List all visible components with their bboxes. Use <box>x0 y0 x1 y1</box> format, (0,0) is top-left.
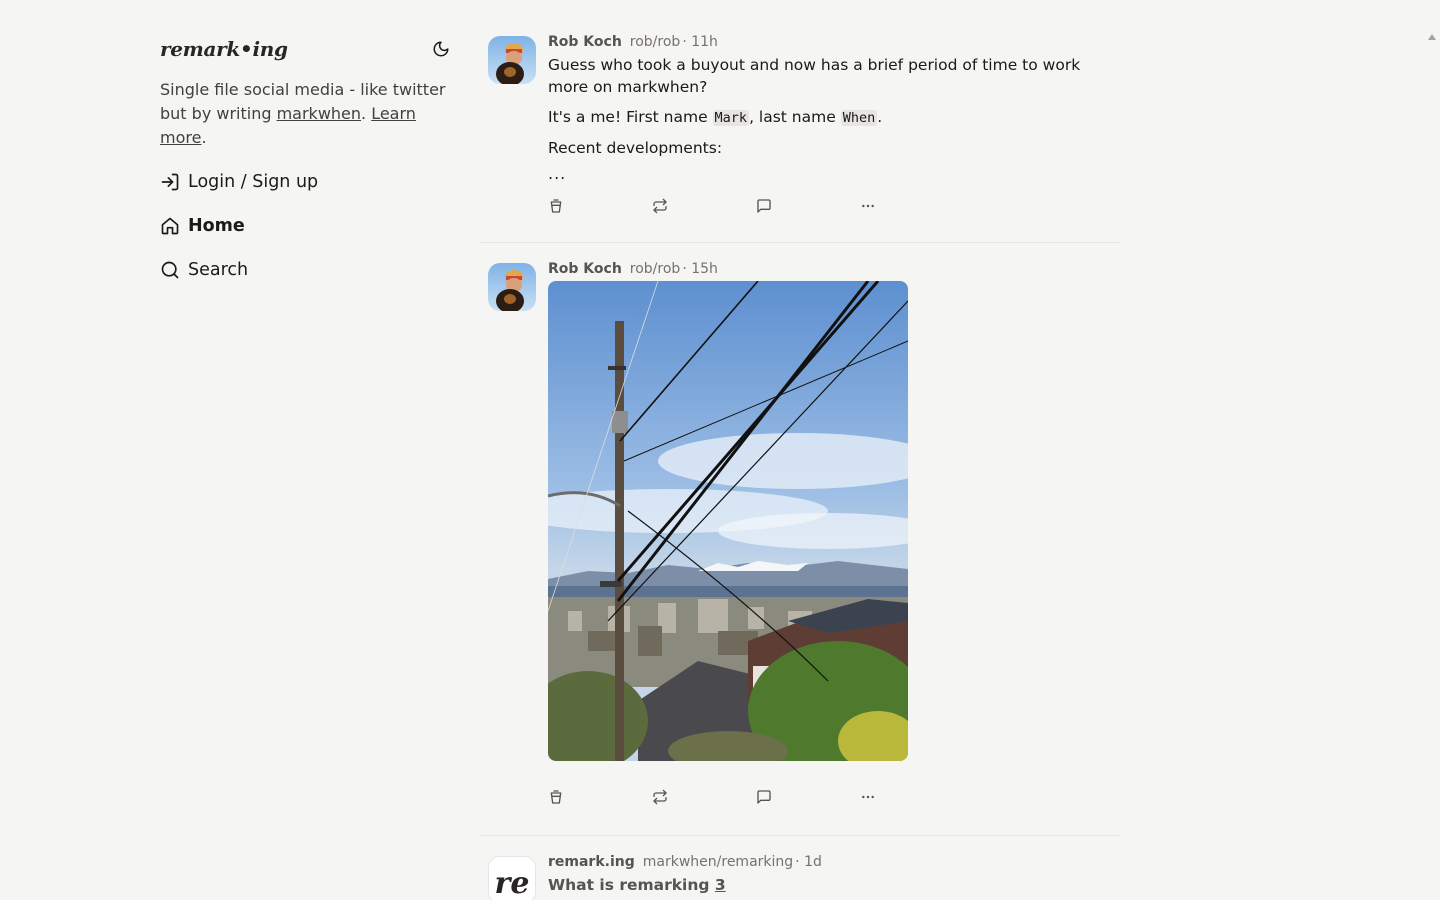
nav-home-label: Home <box>188 216 245 236</box>
more-icon <box>862 204 874 208</box>
home-icon <box>161 217 179 235</box>
read-more[interactable]: ... <box>548 166 1124 182</box>
post-text: Recent developments: <box>548 139 723 157</box>
repost-button[interactable] <box>652 789 756 805</box>
repost-button[interactable] <box>652 198 756 214</box>
post-text-fragment: . <box>877 108 883 126</box>
post-meta: Rob Koch rob/rob · 11h <box>548 34 1120 54</box>
nav-search-label: Search <box>188 260 249 280</box>
author-name[interactable]: Rob Koch <box>548 261 622 277</box>
post-title-text: What is remarking <box>548 876 715 894</box>
tagline: Single file social media - like twitter … <box>160 78 452 150</box>
nav-home[interactable]: Home <box>160 214 452 238</box>
post-time: · 11h <box>682 34 718 50</box>
post-image[interactable] <box>548 281 908 761</box>
avatar-image <box>488 263 536 311</box>
nav-login-label: Login / Sign up <box>188 172 319 192</box>
author-name[interactable]: Rob Koch <box>548 34 622 50</box>
tagline-period: . <box>201 128 207 147</box>
comment-icon <box>757 790 771 804</box>
comment-icon <box>757 199 771 213</box>
scrollbar-up-arrow[interactable] <box>1428 34 1436 40</box>
more-icon <box>862 795 874 799</box>
cup-icon <box>550 790 562 804</box>
nav-search[interactable]: Search <box>160 258 452 282</box>
feed: Rob Koch rob/rob · 11h Guess who took a … <box>480 0 1120 900</box>
brand-logo[interactable]: remark•ing <box>160 37 288 61</box>
main-nav: Login / Sign up Home Search <box>160 170 452 282</box>
reply-button[interactable] <box>756 198 860 214</box>
post-meta: Rob Koch rob/rob · 15h <box>548 261 1120 281</box>
reply-button[interactable] <box>756 789 860 805</box>
avatar-text: re <box>494 865 530 900</box>
author-handle[interactable]: rob/rob <box>630 34 681 50</box>
post-time: · 15h <box>682 261 718 277</box>
brand-row: remark•ing <box>160 36 452 62</box>
repost-icon <box>653 789 667 805</box>
cup-icon <box>550 199 562 213</box>
like-button[interactable] <box>548 198 652 214</box>
author-handle[interactable]: rob/rob <box>630 261 681 277</box>
like-button[interactable] <box>548 789 652 805</box>
sidebar: remark•ing Single file social media - li… <box>160 36 452 302</box>
theme-toggle-button[interactable] <box>430 38 452 60</box>
nav-login[interactable]: Login / Sign up <box>160 170 452 194</box>
post-text: It's a me! First name Mark, last name Wh… <box>548 106 1124 129</box>
post-title-link[interactable]: 3 <box>715 876 726 894</box>
tagline-separator: . <box>361 104 372 123</box>
avatar-image <box>488 36 536 84</box>
post-time: · 1d <box>795 854 822 870</box>
page: remark•ing Single file social media - li… <box>0 0 1440 900</box>
avatar[interactable]: re <box>488 856 536 900</box>
inline-code: Mark <box>712 110 750 126</box>
markwhen-link[interactable]: markwhen <box>277 104 361 123</box>
more-button[interactable] <box>860 198 964 214</box>
avatar[interactable] <box>488 263 536 311</box>
post-body[interactable]: Guess who took a buyout and now has a br… <box>548 54 1124 182</box>
post[interactable]: Rob Koch rob/rob · 11h Guess who took a … <box>480 0 1120 243</box>
post-actions <box>548 787 1120 807</box>
author-name[interactable]: remark.ing <box>548 854 635 870</box>
inline-code: When <box>840 110 878 126</box>
post-text: Guess who took a buyout and now has a br… <box>548 56 1081 96</box>
author-handle[interactable]: markwhen/remarking <box>643 854 793 870</box>
post-actions <box>548 196 1120 216</box>
post-text-fragment: , last name <box>749 108 841 126</box>
login-icon <box>161 173 179 191</box>
photo-illustration <box>548 281 908 761</box>
avatar[interactable] <box>488 36 536 84</box>
repost-icon <box>653 198 667 214</box>
post-title[interactable]: What is remarking 3 <box>548 876 1120 894</box>
search-icon <box>161 261 179 279</box>
more-button[interactable] <box>860 789 964 805</box>
moon-icon <box>433 41 449 57</box>
post[interactable]: Rob Koch rob/rob · 15h <box>480 243 1120 836</box>
post-text-fragment: It's a me! First name <box>548 108 713 126</box>
post-meta: remark.ing markwhen/remarking · 1d <box>548 854 1120 874</box>
post[interactable]: re remark.ing markwhen/remarking · 1d Wh… <box>480 836 1120 900</box>
